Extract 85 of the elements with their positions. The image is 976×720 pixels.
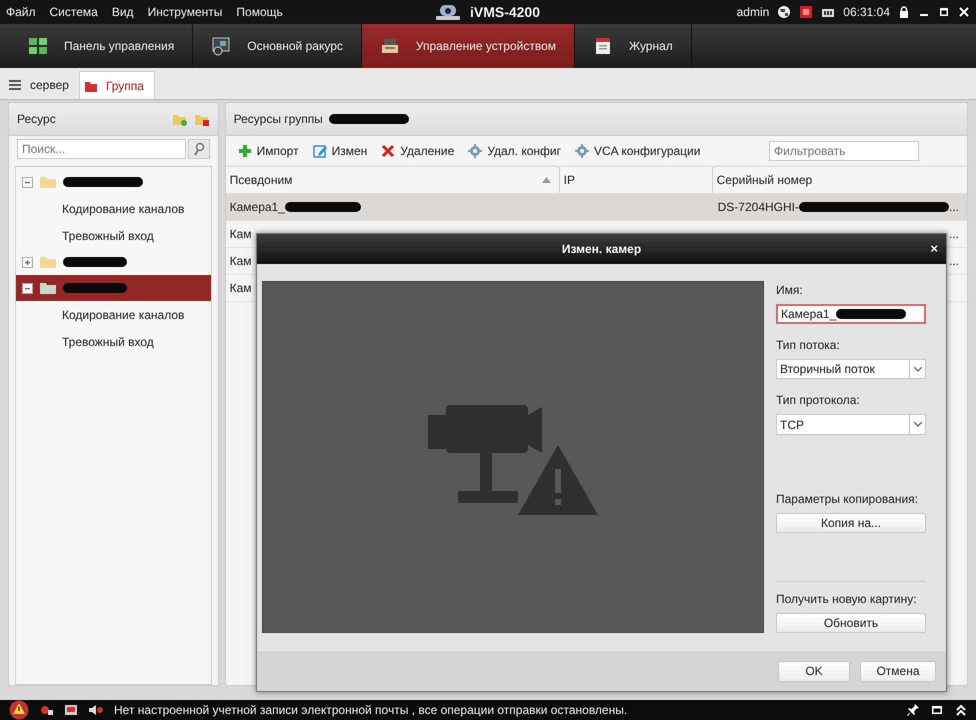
column-header[interactable]: Псевдоним <box>226 167 559 193</box>
device-icon <box>380 36 400 56</box>
name-field[interactable]: Камера1_ <box>776 304 926 324</box>
menu-item[interactable]: Файл <box>6 5 36 19</box>
field-label: Параметры копирования: <box>776 492 919 506</box>
caret-icon <box>914 366 922 372</box>
alias-text: Кам <box>230 227 252 241</box>
folder-icon <box>39 281 57 295</box>
alias-text: Кам <box>230 254 252 268</box>
chevrons-up-icon[interactable] <box>954 703 968 717</box>
alarm-icon[interactable] <box>40 703 54 717</box>
tree-node[interactable] <box>16 275 211 301</box>
pin-icon[interactable] <box>906 703 920 717</box>
toolbar-button[interactable]: Измен <box>308 142 372 160</box>
menu-item[interactable]: Инструменты <box>148 5 222 19</box>
plus-icon <box>238 144 252 158</box>
search-button[interactable] <box>188 139 210 159</box>
folder-icon <box>39 255 57 269</box>
toolbar-button[interactable]: Импорт <box>234 142 303 160</box>
monitor-icon <box>211 36 232 56</box>
app-title: iVMS-4200 <box>470 4 540 20</box>
ellipsis-text: ... <box>948 227 959 241</box>
edit-icon <box>312 144 327 158</box>
sub-tab[interactable]: сервер <box>4 71 79 99</box>
lock-icon[interactable] <box>898 6 910 18</box>
globe-icon <box>777 5 792 19</box>
folder-icon <box>39 175 57 189</box>
field-label: Имя: <box>776 283 804 297</box>
clock: 06:31:04 <box>843 5 890 19</box>
field-label: Получить новую картину: <box>776 592 918 606</box>
user-name: admin <box>736 5 770 19</box>
filter-field[interactable]: Фильтровать <box>769 141 919 161</box>
speaker-muted-icon[interactable] <box>88 703 104 717</box>
camera-logo-icon <box>436 3 460 21</box>
expand-icon[interactable] <box>24 258 31 266</box>
search-field[interactable]: Поиск... <box>17 139 186 159</box>
gear-icon <box>468 144 482 158</box>
column-header[interactable]: IP <box>558 167 712 193</box>
dialog-title: Измен. камер <box>562 242 642 256</box>
cpu-icon <box>799 5 814 19</box>
alias-text: Камера1_ <box>230 200 285 214</box>
status-message: Нет настроенной учетной записи электронной почты , все операции отправки остановлены. <box>114 703 628 717</box>
field-label: Тип протокола: <box>776 393 861 408</box>
gear-icon <box>574 144 589 158</box>
toolbar-button[interactable]: Удаление <box>377 142 458 160</box>
calendar-icon <box>593 36 613 56</box>
cancel-button[interactable]: Отмена <box>860 660 936 682</box>
main-tab[interactable]: Управление устройством <box>362 24 575 68</box>
window-icon[interactable] <box>930 703 944 717</box>
toolbar-button[interactable]: Удал. конфиг <box>464 142 565 160</box>
toolbar-button[interactable]: VCA конфигурации <box>570 142 704 160</box>
sub-tab[interactable]: Группа <box>78 71 155 99</box>
list-icon <box>8 78 22 92</box>
copy-button[interactable]: Копия на... <box>776 512 926 533</box>
close-icon[interactable] <box>958 6 970 18</box>
menu-item[interactable]: Вид <box>112 5 134 19</box>
tree-item[interactable]: Тревожный вход <box>16 328 211 355</box>
sort-up-icon <box>542 177 551 183</box>
dropdown[interactable]: TCP <box>776 414 926 435</box>
menu-item[interactable]: Система <box>50 5 98 19</box>
panel-title: Ресурсы группы <box>234 112 323 126</box>
serial-text: DS-7204HGHI- <box>718 200 799 214</box>
refresh-button[interactable]: Обновить <box>776 612 926 634</box>
screen-icon[interactable] <box>64 703 78 717</box>
grid-icon <box>28 36 48 56</box>
panel-title: Ресурс <box>17 112 56 126</box>
delete-icon <box>381 144 396 158</box>
column-header[interactable]: Серийный номер <box>712 167 967 193</box>
search-icon <box>192 142 205 156</box>
alias-text: Кам <box>230 281 252 295</box>
ellipsis-text: ... <box>948 200 959 214</box>
tree-item[interactable]: Тревожный вход <box>16 222 211 249</box>
ok-button[interactable]: OK <box>778 660 850 682</box>
warning-icon[interactable] <box>8 700 30 720</box>
field-label: Тип потока: <box>776 338 841 352</box>
tree-item[interactable]: Кодирование каналов <box>16 301 211 328</box>
ellipsis-text: ... <box>948 254 959 268</box>
dropdown[interactable]: Вторичный поток <box>776 359 926 380</box>
remove-folder-icon[interactable] <box>194 112 210 126</box>
close-button[interactable]: × <box>928 241 940 256</box>
table-row[interactable]: Камера1_ DS-7204HGHI- ... <box>226 194 967 221</box>
tree-item[interactable]: Кодирование каналов <box>16 195 211 222</box>
caret-icon <box>914 422 922 428</box>
maximize-icon[interactable] <box>938 6 950 18</box>
menu-item[interactable]: Помощь <box>236 5 283 19</box>
